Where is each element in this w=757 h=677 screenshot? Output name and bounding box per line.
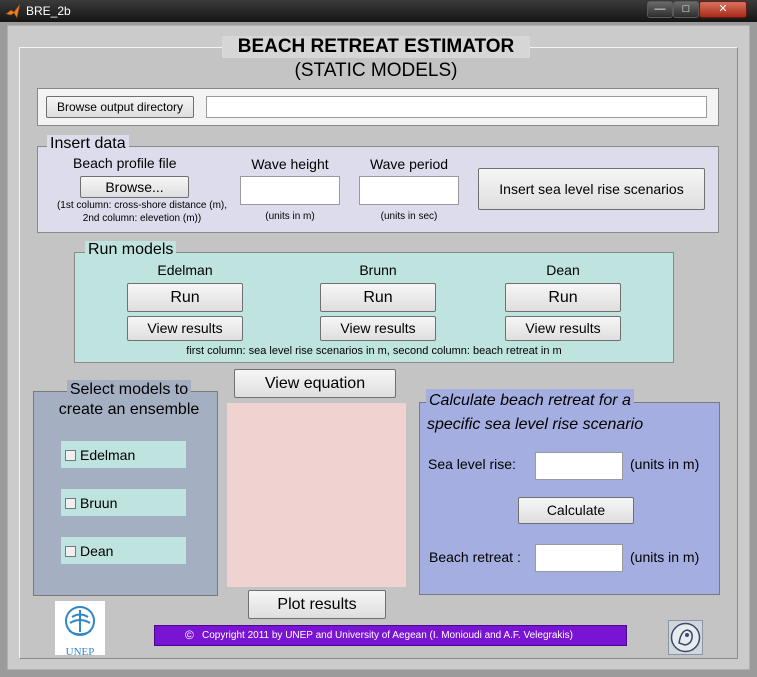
wave-height-label: Wave height bbox=[251, 156, 329, 172]
specific-scenario-legend: Calculate beach retreat for a specific s… bbox=[426, 389, 720, 437]
wave-height-field[interactable] bbox=[240, 176, 340, 205]
insert-data-legend: Insert data bbox=[47, 135, 129, 153]
minimize-button[interactable]: — bbox=[647, 1, 673, 18]
browse-profile-button[interactable]: Browse... bbox=[80, 176, 189, 198]
sea-level-rise-units: (units in m) bbox=[630, 456, 700, 472]
beach-retreat-label: Beach retreat : bbox=[429, 549, 521, 565]
ensemble-label-dean: Dean bbox=[80, 543, 114, 559]
run-edelman-button[interactable]: Run bbox=[127, 283, 243, 312]
sea-level-rise-field[interactable] bbox=[535, 452, 623, 480]
model-name-dean: Dean bbox=[546, 262, 580, 278]
maximize-button[interactable]: □ bbox=[673, 1, 699, 18]
run-brunn-button[interactable]: Run bbox=[320, 283, 436, 312]
specific-legend-line1: Calculate beach retreat for a bbox=[426, 389, 634, 413]
ensemble-checkbox-bruun[interactable] bbox=[65, 498, 76, 509]
model-name-edelman: Edelman bbox=[157, 262, 213, 278]
model-name-brunn: Brunn bbox=[359, 262, 397, 278]
specific-legend-line2: specific sea level rise scenario bbox=[426, 413, 645, 437]
ensemble-legend-line1: Select models to bbox=[66, 380, 192, 400]
beach-retreat-field[interactable] bbox=[535, 544, 623, 572]
output-directory-field[interactable] bbox=[206, 96, 707, 118]
view-results-edelman-button[interactable]: View results bbox=[127, 316, 243, 341]
view-results-brunn-button[interactable]: View results bbox=[320, 316, 436, 341]
close-button[interactable]: ✕ bbox=[699, 1, 747, 18]
unep-logo-text: UNEP bbox=[65, 646, 95, 658]
wave-period-label: Wave period bbox=[369, 156, 449, 172]
unep-logo: UNEP bbox=[55, 601, 105, 658]
profile-note-line1: (1st column: cross-shore distance (m), bbox=[56, 200, 228, 211]
insert-slr-scenarios-button[interactable]: Insert sea level rise scenarios bbox=[478, 168, 705, 210]
wave-period-field[interactable] bbox=[359, 176, 459, 205]
title-bar bbox=[0, 0, 757, 22]
ensemble-checkbox-dean[interactable] bbox=[65, 546, 76, 557]
profile-note-line2: 2nd column: elevetion (m)) bbox=[82, 213, 202, 224]
ensemble-legend: Select models to create an ensemble bbox=[40, 380, 218, 420]
ensemble-legend-line2: create an ensemble bbox=[55, 400, 203, 420]
window-title: BRE_2b bbox=[26, 4, 71, 18]
run-models-note: first column: sea level rise scenarios i… bbox=[186, 345, 562, 357]
view-equation-button[interactable]: View equation bbox=[234, 369, 396, 398]
copyright-bar: © Copyright 2011 by UNEP and University … bbox=[154, 625, 627, 646]
unep-emblem-icon bbox=[65, 606, 95, 636]
equation-display bbox=[227, 403, 406, 587]
ensemble-label-edelman: Edelman bbox=[80, 447, 136, 463]
aegean-seal-icon bbox=[670, 622, 701, 653]
copyright-text: Copyright 2011 by UNEP and University of… bbox=[202, 630, 573, 641]
calculate-button[interactable]: Calculate bbox=[518, 497, 634, 524]
app-subtitle: (STATIC MODELS) bbox=[294, 60, 458, 81]
ensemble-label-bruun: Bruun bbox=[80, 495, 118, 511]
run-dean-button[interactable]: Run bbox=[505, 283, 621, 312]
beach-retreat-units: (units in m) bbox=[630, 549, 700, 565]
matlab-app-icon bbox=[5, 3, 21, 19]
university-aegean-logo bbox=[668, 620, 703, 655]
view-results-dean-button[interactable]: View results bbox=[505, 316, 621, 341]
sea-level-rise-label: Sea level rise: bbox=[428, 456, 516, 472]
app-title: BEACH RETREAT ESTIMATOR bbox=[222, 36, 530, 58]
wave-period-units: (units in sec) bbox=[380, 211, 438, 222]
ensemble-checkbox-edelman[interactable] bbox=[65, 450, 76, 461]
plot-results-button[interactable]: Plot results bbox=[248, 590, 386, 619]
wave-height-units: (units in m) bbox=[265, 211, 315, 222]
browse-output-directory-button[interactable]: Browse output directory bbox=[46, 96, 194, 118]
beach-profile-label: Beach profile file bbox=[73, 155, 177, 171]
run-models-legend: Run models bbox=[85, 241, 177, 259]
copyright-symbol: © bbox=[185, 628, 194, 642]
